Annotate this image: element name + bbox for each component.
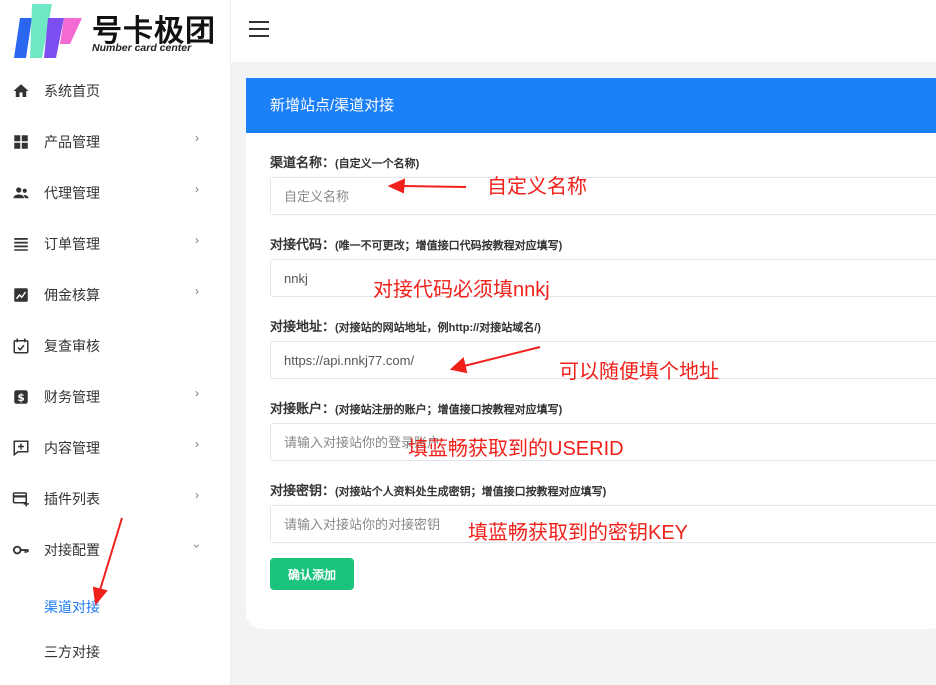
brand-subtitle: Number card center	[92, 42, 192, 54]
sidebar-item-content[interactable]: 内容管理 ›	[0, 433, 231, 463]
sidebar-item-commission[interactable]: 佣金核算 ›	[0, 280, 231, 310]
sidebar-item-home[interactable]: 系统首页	[0, 76, 231, 106]
logo-mark-icon	[14, 4, 82, 58]
sidebar-item-label: 内容管理	[44, 440, 100, 456]
confirm-add-button[interactable]: 确认添加	[270, 558, 354, 590]
annotation-text: 自定义名称	[487, 176, 587, 198]
field-label-channel-name: 渠道名称：(自定义一个名称)	[270, 152, 419, 171]
sidebar-item-label: 系统首页	[44, 83, 100, 99]
field-label-text: 对接代码：	[270, 237, 336, 252]
sidebar-item-label: 对接配置	[44, 542, 100, 558]
field-label-text: 对接账户：	[270, 401, 336, 416]
chevron-right-icon: ›	[195, 386, 199, 400]
sidebar-item-finance[interactable]: $ 财务管理 ›	[0, 382, 231, 412]
card-plus-icon	[12, 490, 30, 508]
sidebar-item-orders[interactable]: 订单管理 ›	[0, 229, 231, 259]
chevron-right-icon: ›	[195, 233, 199, 247]
chevron-right-icon: ›	[195, 182, 199, 196]
field-hint: (自定义一个名称)	[335, 158, 420, 170]
comment-plus-icon	[12, 439, 30, 457]
chevron-right-icon: ›	[195, 131, 199, 145]
sidebar-item-agents[interactable]: 代理管理 ›	[0, 178, 231, 208]
sidebar-item-integration[interactable]: 对接配置 ›	[0, 535, 231, 565]
field-hint: (唯一不可更改；增值接口代码按教程对应填写)	[335, 240, 563, 252]
sidebar-item-label: 代理管理	[44, 185, 100, 201]
sidebar-item-label: 插件列表	[44, 491, 100, 507]
field-hint: (对接站个人资料处生成密钥；增值接口按教程对应填写)	[335, 486, 607, 498]
field-hint: (对接站的网站地址，例http://对接站域名/)	[335, 322, 541, 334]
sidebar-item-label: 订单管理	[44, 236, 100, 252]
field-label-integration-key: 对接密钥：(对接站个人资料处生成密钥；增值接口按教程对应填写)	[270, 480, 606, 499]
brand-logo[interactable]: 号卡极团 Number card center	[10, 4, 225, 62]
sidebar-item-label: 财务管理	[44, 389, 100, 405]
form-card: 新增站点/渠道对接 渠道名称：(自定义一个名称) 对接代码：(唯一不可更改；增值…	[246, 78, 936, 629]
integration-code-input[interactable]	[270, 259, 936, 297]
sidebar-item-label: 复查审核	[44, 338, 100, 354]
sidebar: 号卡极团 Number card center 系统首页 产品管理 › 代理管理…	[0, 0, 231, 685]
grid-icon	[12, 133, 30, 151]
top-bar	[231, 0, 936, 62]
subitem-channel-integration[interactable]: 渠道对接	[44, 597, 100, 617]
people-icon	[12, 184, 30, 202]
channel-name-input[interactable]	[270, 177, 936, 215]
annotation-text: 填蓝畅获取到的USERID	[408, 438, 624, 460]
annotation-text: 填蓝畅获取到的密钥KEY	[468, 522, 689, 544]
sidebar-item-plugins[interactable]: 插件列表 ›	[0, 484, 231, 514]
field-label-text: 对接地址：	[270, 319, 336, 334]
home-icon	[12, 82, 30, 100]
field-label-integration-code: 对接代码：(唯一不可更改；增值接口代码按教程对应填写)	[270, 234, 562, 253]
field-label-integration-account: 对接账户：(对接站注册的账户；增值接口按教程对应填写)	[270, 398, 562, 417]
annotation-text: 对接代码必须填nnkj	[373, 279, 550, 301]
list-icon	[12, 235, 30, 253]
sidebar-item-label: 佣金核算	[44, 287, 100, 303]
calendar-check-icon	[12, 337, 30, 355]
form-title: 新增站点/渠道对接	[246, 78, 936, 133]
sidebar-item-label: 产品管理	[44, 134, 100, 150]
chart-box-icon	[12, 286, 30, 304]
subitem-third-party-integration[interactable]: 三方对接	[44, 642, 100, 662]
sidebar-item-review[interactable]: 复查审核	[0, 331, 231, 361]
chevron-right-icon: ›	[195, 488, 199, 502]
field-hint: (对接站注册的账户；增值接口按教程对应填写)	[335, 404, 563, 416]
chevron-right-icon: ›	[195, 437, 199, 451]
field-label-text: 渠道名称：	[270, 155, 336, 170]
svg-text:$: $	[17, 392, 24, 404]
annotation-text: 可以随便填个地址	[559, 361, 719, 383]
dollar-icon: $	[12, 388, 30, 406]
chevron-down-icon: ›	[190, 544, 204, 548]
field-label-integration-url: 对接地址：(对接站的网站地址，例http://对接站域名/)	[270, 316, 541, 335]
key-icon	[12, 541, 30, 559]
field-label-text: 对接密钥：	[270, 483, 336, 498]
menu-toggle-icon[interactable]	[249, 21, 269, 37]
chevron-right-icon: ›	[195, 284, 199, 298]
sidebar-item-products[interactable]: 产品管理 ›	[0, 127, 231, 157]
